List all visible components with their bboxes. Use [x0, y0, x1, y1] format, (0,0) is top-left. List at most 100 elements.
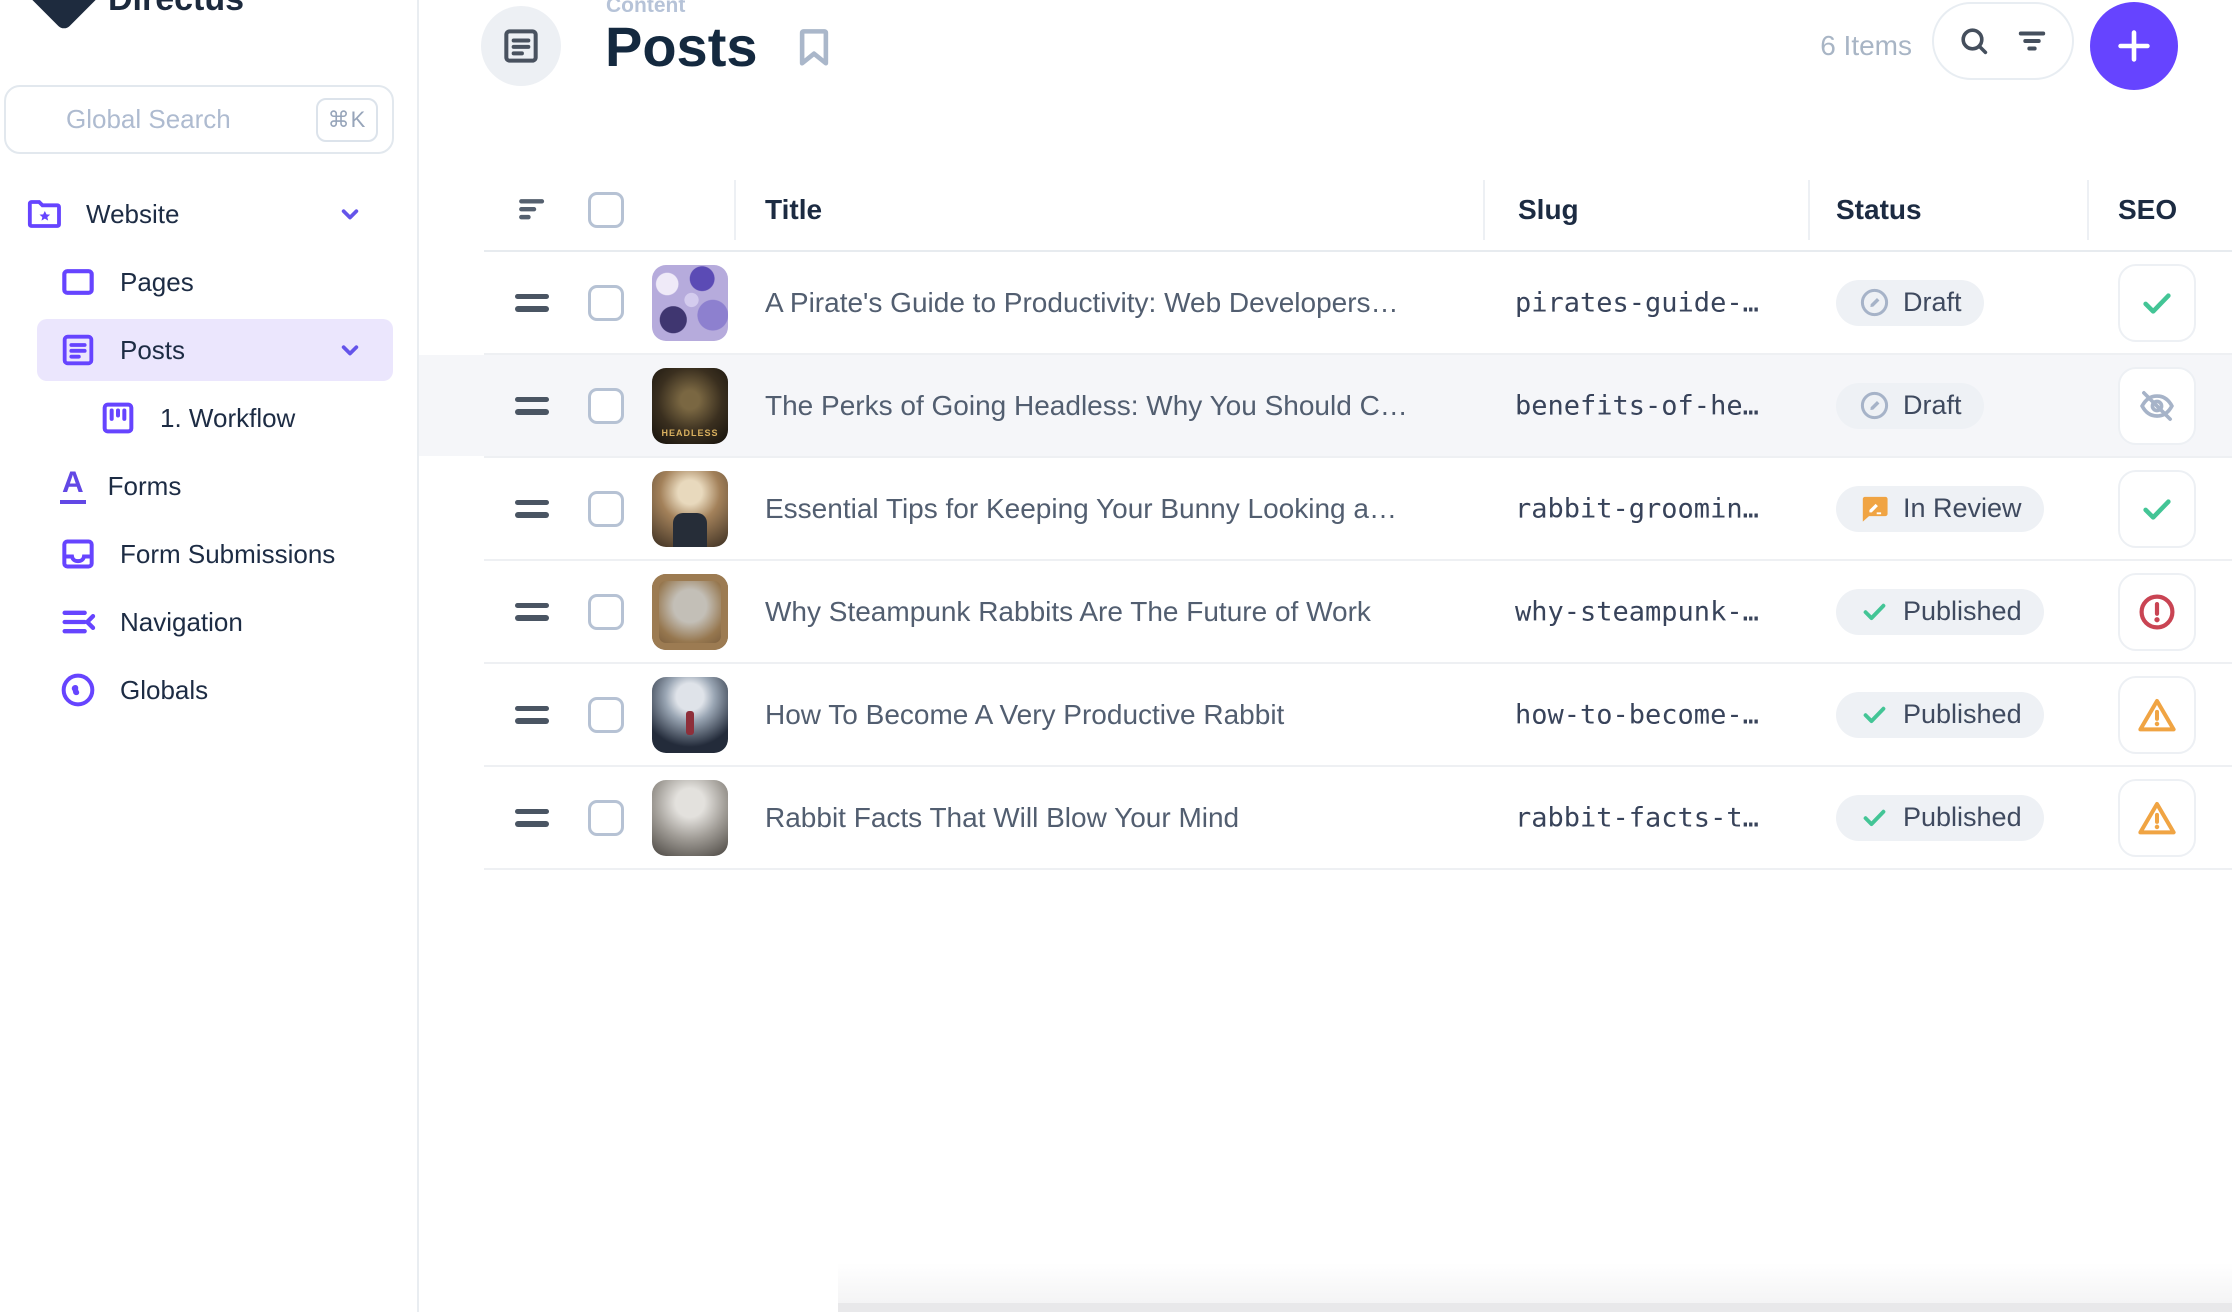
sidebar-item-forms[interactable]: A Forms [0, 452, 417, 520]
seo-cell [2118, 573, 2196, 651]
window-icon [58, 262, 98, 302]
post-slug: rabbit-groomin… [1515, 493, 1783, 524]
letter-a-icon: A [60, 468, 86, 504]
page-title: Posts [605, 14, 758, 79]
error-icon [2136, 591, 2178, 633]
global-search-placeholder: Global Search [66, 104, 316, 135]
drag-handle[interactable] [515, 809, 549, 827]
thumbnail-label: HEADLESS [661, 428, 718, 438]
status-cell: In Review [1836, 486, 2044, 532]
items-count: 6 Items [1820, 30, 1912, 62]
post-title: The Perks of Going Headless: Why You Sho… [765, 390, 1477, 422]
article-icon [58, 330, 98, 370]
column-header-title[interactable]: Title [765, 194, 822, 226]
column-divider [1483, 180, 1485, 240]
sidebar-item-globals[interactable]: Globals [0, 656, 417, 724]
status-badge: Draft [1836, 383, 1984, 429]
status-cell: Published [1836, 589, 2044, 635]
sidebar-item-form-submissions[interactable]: Form Submissions [0, 520, 417, 588]
seo-status-icon [2118, 470, 2196, 548]
status-badge: Published [1836, 589, 2044, 635]
sidebar-item-label: 1. Workflow [160, 403, 295, 434]
app-window: Directus Global Search ⌘K Website [0, 0, 2232, 1312]
seo-cell [2118, 676, 2196, 754]
article-icon [499, 24, 543, 68]
main-content: Content Posts 6 Items [419, 0, 2232, 1312]
column-header-status[interactable]: Status [1836, 194, 1922, 226]
table-row[interactable]: How To Become A Very Productive Rabbit h… [484, 664, 2232, 767]
sidebar-item-navigation[interactable]: Navigation [0, 588, 417, 656]
sidebar-item-label: Pages [120, 267, 194, 298]
post-slug: how-to-become-… [1515, 699, 1783, 730]
items-table: Title Slug Status SEO A Pirate's Guide t… [484, 170, 2232, 870]
status-label: Draft [1903, 287, 1962, 318]
status-badge: Published [1836, 795, 2044, 841]
drag-handle[interactable] [515, 500, 549, 518]
row-checkbox[interactable] [588, 800, 624, 836]
menu-open-icon [58, 602, 98, 642]
drag-handle[interactable] [515, 397, 549, 415]
row-checkbox[interactable] [588, 285, 624, 321]
draft-icon [1858, 286, 1891, 319]
sidebar-nav: Website Pages Posts [0, 180, 417, 724]
sidebar-item-label: Form Submissions [120, 539, 335, 570]
table-row[interactable]: HEADLESS The Perks of Going Headless: Wh… [484, 355, 2232, 458]
table-header-row: Title Slug Status SEO [484, 170, 2232, 252]
horizontal-scrollbar[interactable] [838, 1303, 2232, 1312]
row-checkbox[interactable] [588, 594, 624, 630]
sidebar-item-workflow[interactable]: 1. Workflow [0, 384, 417, 452]
brand[interactable]: Directus [0, 0, 417, 32]
post-title: Rabbit Facts That Will Blow Your Mind [765, 802, 1477, 834]
row-checkbox[interactable] [588, 491, 624, 527]
table-row[interactable]: Rabbit Facts That Will Blow Your Mind ra… [484, 767, 2232, 870]
drag-handle[interactable] [515, 603, 549, 621]
post-title: How To Become A Very Productive Rabbit [765, 699, 1477, 731]
inbox-icon [58, 534, 98, 574]
status-badge: Published [1836, 692, 2044, 738]
sidebar-item-posts[interactable]: Posts [0, 316, 417, 384]
table-row[interactable]: A Pirate's Guide to Productivity: Web De… [484, 252, 2232, 355]
status-label: Published [1903, 699, 2022, 730]
keyboard-shortcut-badge: ⌘K [316, 98, 378, 142]
seo-cell [2118, 367, 2196, 445]
column-header-seo[interactable]: SEO [2118, 194, 2177, 226]
check-icon [2136, 282, 2178, 324]
collection-icon-button[interactable] [481, 6, 561, 86]
draft-icon [1858, 389, 1891, 422]
status-badge: In Review [1836, 486, 2044, 532]
seo-status-icon [2118, 367, 2196, 445]
post-slug: why-steampunk-… [1515, 596, 1783, 627]
manual-sort-icon[interactable] [515, 191, 553, 229]
seo-status-icon [2118, 779, 2196, 857]
select-all-checkbox[interactable] [588, 192, 624, 228]
status-label: Draft [1903, 390, 1962, 421]
sidebar-item-label: Forms [108, 471, 182, 502]
sidebar: Directus Global Search ⌘K Website [0, 0, 419, 1312]
check-icon [1858, 698, 1891, 731]
global-search-input[interactable]: Global Search ⌘K [4, 85, 394, 154]
status-cell: Draft [1836, 383, 1984, 429]
column-header-slug[interactable]: Slug [1518, 194, 1579, 226]
post-thumbnail [652, 471, 728, 547]
drag-handle[interactable] [515, 294, 549, 312]
table-row[interactable]: Why Steampunk Rabbits Are The Future of … [484, 561, 2232, 664]
filter-icon[interactable] [2014, 23, 2050, 59]
drag-handle[interactable] [515, 706, 549, 724]
chevron-down-icon[interactable] [333, 197, 367, 231]
sidebar-item-website[interactable]: Website [0, 180, 417, 248]
row-checkbox[interactable] [588, 388, 624, 424]
status-label: Published [1903, 802, 2022, 833]
seo-status-icon [2118, 676, 2196, 754]
sidebar-item-label: Website [86, 199, 179, 230]
add-item-button[interactable] [2090, 2, 2178, 90]
sidebar-item-pages[interactable]: Pages [0, 248, 417, 316]
check-icon [1858, 801, 1891, 834]
sidebar-item-label: Navigation [120, 607, 243, 638]
search-icon[interactable] [1956, 23, 1992, 59]
seo-cell [2118, 470, 2196, 548]
chevron-down-icon[interactable] [333, 333, 367, 367]
bookmark-icon[interactable] [789, 22, 839, 72]
row-checkbox[interactable] [588, 697, 624, 733]
status-cell: Published [1836, 795, 2044, 841]
table-row[interactable]: Essential Tips for Keeping Your Bunny Lo… [484, 458, 2232, 561]
